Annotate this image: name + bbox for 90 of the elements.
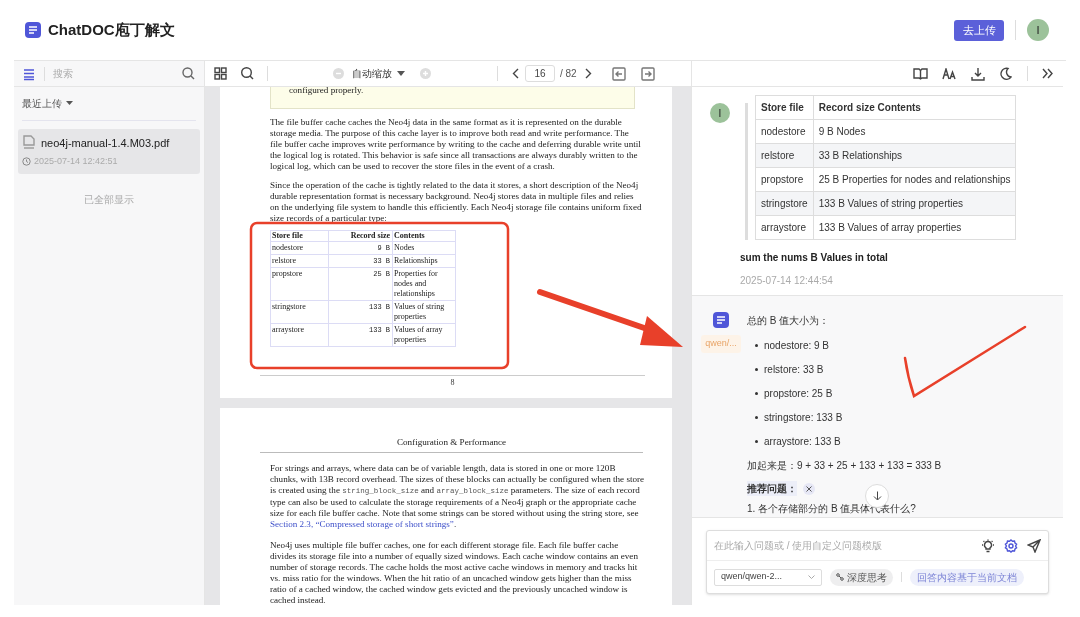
lightbulb-icon[interactable] xyxy=(981,538,995,553)
expand-right-icon[interactable] xyxy=(1042,68,1053,79)
font-size-icon[interactable] xyxy=(942,67,957,80)
suggestion-label: 推荐问题： xyxy=(747,481,797,496)
search-field[interactable]: 搜索 xyxy=(53,66,181,81)
chat-logo-icon xyxy=(24,21,42,39)
caret-icon xyxy=(66,101,73,106)
app-title: ChatDOC庖丁解文 xyxy=(48,19,175,40)
answer-item: arraystore: 133 B xyxy=(764,435,841,449)
grid-icon[interactable] xyxy=(214,67,227,80)
bullet-icon xyxy=(755,392,758,395)
table-header: Store file xyxy=(755,95,814,120)
file-name: neo4j-manual-1.4.M03.pdf xyxy=(41,136,170,151)
nodes-icon xyxy=(836,573,844,581)
bullet-icon xyxy=(755,440,758,443)
answer-item: propstore: 25 B xyxy=(764,387,833,401)
down-arrow-icon xyxy=(872,491,882,501)
table-cell: arraystore xyxy=(270,323,329,347)
table-header: Contents xyxy=(392,230,456,242)
zoom-dropdown[interactable]: 自动缩放 xyxy=(352,66,405,81)
note-text: configured properly. xyxy=(289,87,365,96)
table-cell: 133 B Values of array properties xyxy=(813,215,1016,240)
answer-item: relstore: 33 B xyxy=(764,363,824,377)
search-icon[interactable] xyxy=(240,66,255,81)
table-cell: stringstore xyxy=(270,300,329,324)
table-cell: Properties for nodes and relationships xyxy=(392,267,456,301)
download-icon[interactable] xyxy=(971,66,985,81)
answer-item: stringstore: 133 B xyxy=(764,411,843,425)
last-page-icon[interactable] xyxy=(640,66,655,81)
file-time: 2025-07-14 12:42:51 xyxy=(34,154,118,168)
close-icon[interactable] xyxy=(803,482,815,495)
moon-icon[interactable] xyxy=(999,67,1012,80)
table-cell: propstore xyxy=(755,167,814,192)
user-avatar[interactable]: I xyxy=(1027,19,1049,41)
table-cell: Nodes xyxy=(392,241,456,255)
bullet-icon xyxy=(755,344,758,347)
table-header: Record size xyxy=(328,230,393,242)
bullet-icon xyxy=(755,416,758,419)
caret-icon xyxy=(397,71,405,76)
chevron-down-icon xyxy=(808,575,815,579)
upload-button[interactable]: 去上传 xyxy=(954,19,1004,41)
paragraph: Since the operation of the cache is tightly related to the data it stores, a short description of the Neo4j durable representation format is necessary background. Neo4j stores data in multiple files and relies on the underlying file system to handle this efficiently. Each Neo4j storage file contains uniform fixed size records of a particular type: xyxy=(270,180,643,224)
table-header: Record size Contents xyxy=(813,95,1016,120)
page-number-field[interactable]: 16 xyxy=(525,65,555,82)
previous-page-icon[interactable] xyxy=(512,68,519,79)
search-icon xyxy=(181,66,196,81)
table-cell: Values of string properties xyxy=(392,300,456,324)
file-item[interactable]: neo4j-manual-1.4.M03.pdf 2025-07-14 12:42:51 xyxy=(18,129,200,174)
table-cell: relstore xyxy=(270,254,329,268)
table-cell: nodestore xyxy=(270,241,329,255)
question-field[interactable]: 在此输入问题或 / 使用自定义问题模版 xyxy=(714,538,981,553)
table-cell: relstore xyxy=(755,143,814,168)
table-cell: propstore xyxy=(270,267,329,301)
message-time: 2025-07-14 12:44:54 xyxy=(740,274,834,288)
first-page-icon[interactable] xyxy=(611,66,626,81)
bullet-icon xyxy=(755,368,758,371)
table-cell: Values of array properties xyxy=(392,323,456,347)
filter-dropdown[interactable]: 最近上传 xyxy=(22,96,73,111)
paragraph: The file buffer cache caches the Neo4j data in the same format as it is represented on the durable storage media. The purpose of this cache layer is to improve both read and write performance. The file buffer cache improves write performance by writing to the cache and deferring durable write until the logical log is rotated. This behavior is safe since all transactions are always durably written to the logical log, which can be used to recover the store files in the event of a crash. xyxy=(270,117,642,172)
model-tag: qwen/... xyxy=(701,335,741,353)
clock-icon xyxy=(22,156,31,166)
book-icon[interactable] xyxy=(913,67,928,80)
deep-think-button[interactable]: 深度思考 xyxy=(830,568,893,586)
table-cell: arraystore xyxy=(755,215,814,240)
table-cell: 9 B Nodes xyxy=(813,119,1016,144)
page-total: / 82 xyxy=(560,67,577,81)
table-header: Store file xyxy=(270,230,329,242)
answer-sum: 加起来是：9 + 33 + 25 + 133 + 133 = 333 B xyxy=(747,459,942,473)
end-note: 已全部显示 xyxy=(84,194,134,205)
message-text: sum the nums B Values in total xyxy=(740,251,889,265)
pdf-file-icon xyxy=(22,135,36,152)
table-cell: 133 B Values of string properties xyxy=(813,191,1016,216)
send-icon[interactable] xyxy=(1027,538,1041,553)
stack-icon xyxy=(22,66,36,81)
answer-item: nodestore: 9 B xyxy=(764,339,830,353)
table-cell: nodestore xyxy=(755,119,814,144)
settings-icon[interactable] xyxy=(1004,538,1018,553)
next-page-icon[interactable] xyxy=(584,68,592,79)
assistant-icon xyxy=(712,311,730,329)
table-cell: Relationships xyxy=(392,254,456,268)
user-avatar: I xyxy=(710,103,730,123)
table-cell: stringstore xyxy=(755,191,814,216)
section-link[interactable]: Section 2.3, “Compressed storage of short strings” xyxy=(270,519,454,529)
paragraph: Neo4j uses multiple file buffer caches, one for each different storage file. Each file buffer cache divides its storage file into a number of equally sized windows. Each cache window contains an even number of storage records. The cache holds the most active cache windows in memory and tracks hit vs. miss ratio for the windows. When the hit ratio of an uncached window gets higher than the miss ratio of a cached window, the cached window gets evicted and the previously uncached window is cached instead. xyxy=(270,540,639,605)
page-header: Configuration & Performance xyxy=(396,437,507,447)
table-cell: 33 B Relationships xyxy=(813,143,1016,168)
page-number: 8 xyxy=(450,378,455,388)
answer-intro: 总的 B 值大小为： xyxy=(747,314,831,328)
model-select[interactable]: qwen/qwen-2... xyxy=(714,568,822,586)
table-cell: 25 B Properties for nodes and relationships xyxy=(813,167,1016,192)
